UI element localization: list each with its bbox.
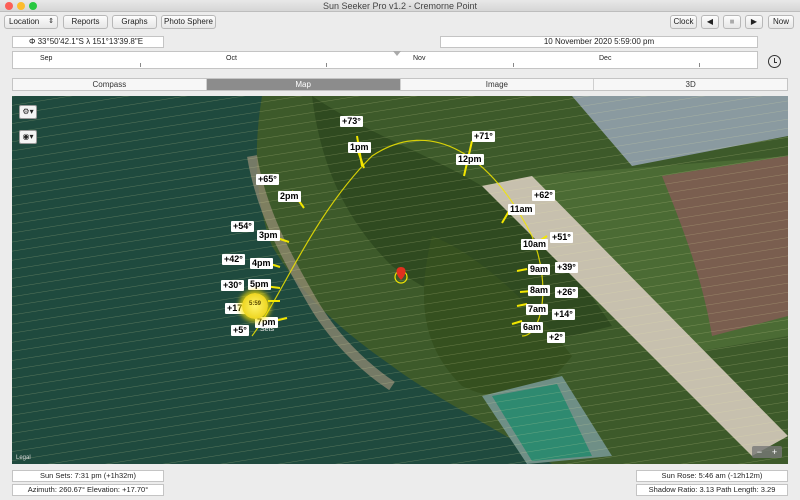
elevation-label: +26°	[555, 287, 578, 298]
tab-3d[interactable]: 3D	[594, 79, 787, 90]
tab-compass[interactable]: Compass	[13, 79, 207, 90]
sun-hour-label: 10am	[521, 239, 549, 250]
sun-sets-info: Sun Sets: 7:31 pm (+1h32m)	[12, 470, 164, 482]
elevation-label: +2°	[547, 332, 565, 343]
timeline-month: Nov	[413, 55, 426, 62]
stop-button[interactable]: ■	[723, 15, 741, 29]
sets-label: Sets	[260, 326, 275, 333]
timeline-tick	[326, 63, 327, 67]
sun-hour-label: 2pm	[278, 191, 301, 202]
coordinates-field[interactable]: Φ 33°50'42.1"S λ 151°13'39.8"E	[12, 36, 164, 48]
sun-hour-label: 7am	[526, 304, 549, 315]
location-select[interactable]: Location ⇕	[4, 15, 58, 29]
view-mode-tabs: Compass Map Image 3D	[12, 78, 788, 91]
elevation-label: +30°	[221, 280, 244, 291]
elevation-label: +14°	[552, 309, 575, 320]
clock-button[interactable]: Clock	[670, 15, 697, 29]
photo-sphere-button[interactable]: Photo Sphere	[161, 15, 216, 29]
elevation-label: +39°	[555, 262, 578, 273]
timeline-month: Sep	[40, 55, 53, 62]
clock-icon[interactable]	[768, 55, 781, 68]
triangle-left-icon: ◀	[706, 17, 714, 26]
sun-hour-label: 11am	[508, 204, 535, 215]
chevron-updown-icon: ⇕	[48, 18, 54, 25]
satellite-map[interactable]: ⚙▾ ◉▾ 1pm 12pm 2pm 11am 3pm 10am 4pm 9am…	[12, 96, 788, 464]
zoom-control: − +	[752, 446, 782, 458]
location-select-label: Location	[9, 17, 40, 26]
azimuth-elevation-info: Azimuth: 260.67° Elevation: +17.70°	[12, 484, 164, 496]
timeline-month: Oct	[226, 55, 237, 62]
zoom-out-button[interactable]: −	[752, 446, 767, 458]
now-button[interactable]: Now	[768, 15, 794, 29]
elevation-label: +71°	[472, 131, 495, 142]
settings-menu-button[interactable]: ⚙▾	[19, 105, 37, 119]
sun-hour-label: 4pm	[250, 258, 273, 269]
date-timeline[interactable]: Sep Oct Nov Dec	[12, 51, 758, 69]
legal-link[interactable]: Legal	[16, 455, 31, 461]
graphs-button[interactable]: Graphs	[112, 15, 157, 29]
square-stop-icon: ■	[729, 17, 735, 26]
window-title: Sun Seeker Pro v1.2 - Cremorne Point	[322, 1, 478, 11]
timeline-tick	[140, 63, 141, 67]
triangle-right-icon: ▶	[750, 17, 758, 26]
sun-hour-label: 5pm	[248, 279, 271, 290]
eye-icon: ◉▾	[22, 132, 34, 141]
sun-hour-label: 6am	[521, 322, 544, 333]
timeline-tick	[513, 63, 514, 67]
sun-rose-info: Sun Rose: 5:46 am (-12h12m)	[636, 470, 788, 482]
elevation-label: +42°	[222, 254, 245, 265]
elevation-label: +62°	[532, 190, 555, 201]
tab-image[interactable]: Image	[401, 79, 595, 90]
elevation-label: +5°	[231, 325, 249, 336]
sun-position-marker: 5:59	[242, 293, 268, 319]
sun-hour-label: 1pm	[348, 142, 371, 153]
step-back-button[interactable]: ◀	[701, 15, 719, 29]
toolbar: Location ⇕ Reports Graphs Photo Sphere C…	[0, 12, 800, 32]
reports-button[interactable]: Reports	[63, 15, 108, 29]
timeline-tick	[699, 63, 700, 67]
map-imagery	[12, 96, 788, 464]
shadow-info: Shadow Ratio: 3.13 Path Length: 3.29	[636, 484, 788, 496]
title-bar: Sun Seeker Pro v1.2 - Cremorne Point	[0, 0, 800, 12]
sun-time-label: 5:59	[248, 301, 261, 307]
timeline-month: Dec	[599, 55, 612, 62]
sun-hour-label: 12pm	[456, 154, 484, 165]
gear-icon: ⚙▾	[22, 107, 34, 116]
sun-hour-label: 9am	[528, 264, 551, 275]
step-forward-button[interactable]: ▶	[745, 15, 763, 29]
elevation-label: +73°	[340, 116, 363, 127]
elevation-label: +65°	[256, 174, 279, 185]
tab-map[interactable]: Map	[206, 79, 401, 90]
elevation-label: +54°	[231, 221, 254, 232]
zoom-in-button[interactable]: +	[767, 446, 782, 458]
timeline-marker[interactable]	[393, 51, 401, 56]
visibility-menu-button[interactable]: ◉▾	[19, 130, 37, 144]
elevation-label: +51°	[550, 232, 573, 243]
sun-hour-label: 8am	[528, 285, 551, 296]
datetime-field[interactable]: 10 November 2020 5:59:00 pm	[440, 36, 758, 48]
sun-hour-label: 3pm	[257, 230, 280, 241]
